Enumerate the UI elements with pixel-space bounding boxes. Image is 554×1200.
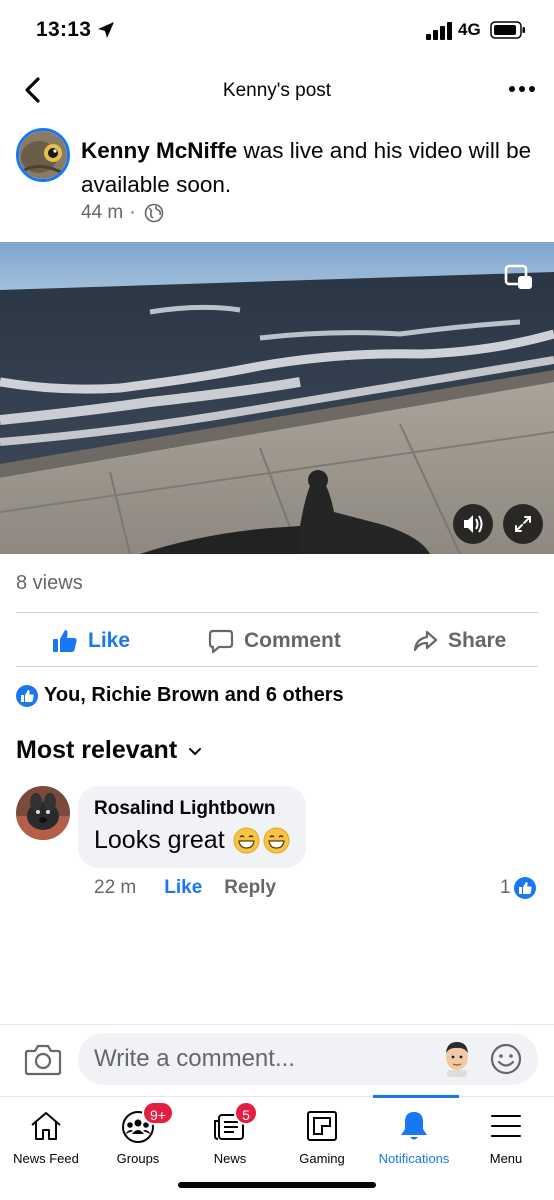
comment-composer: Write a comment... [0,1024,554,1096]
tab-label: News [213,1151,247,1166]
like-label: Like [88,629,131,652]
reaction-summary[interactable]: You, Richie Brown and 6 others [16,684,344,707]
tab-groups[interactable]: 9+ Groups [92,1097,184,1177]
tab-label: Groups [116,1151,160,1166]
post-time: 44 m [81,202,124,223]
comment-bubble[interactable]: Rosalind Lightbown Looks great [78,786,306,868]
comment-time: 22 m [94,877,137,898]
comment-text: Looks great [94,826,290,855]
home-icon [31,1112,61,1140]
like-button[interactable]: Like [52,614,130,668]
post-meta: 44 m · [81,202,164,224]
author-name[interactable]: Kenny McNiffe [81,138,237,163]
divider [16,612,538,613]
globe-icon[interactable] [144,203,164,223]
post-header-info: Kenny McNiffe was live and his video wil… [0,124,554,234]
share-label: Share [448,629,507,652]
comment-body: Looks great [94,826,225,854]
share-button[interactable]: Share [412,614,506,668]
speaker-icon [464,515,483,533]
tab-label: Menu [489,1151,523,1166]
tab-label: News Feed [13,1151,79,1166]
tab-notifications[interactable]: Notifications [368,1097,460,1177]
emoji-icon[interactable] [490,1043,522,1075]
grinning-face-icon [263,827,290,854]
comment-reply-button[interactable]: Reply [224,877,276,899]
groups-badge: 9+ [142,1101,174,1125]
bell-icon [401,1112,427,1140]
speech-bubble-icon [208,629,234,654]
meta-separator: · [129,202,136,223]
more-options-icon[interactable] [504,76,540,102]
avatar-sticker-icon[interactable] [442,1039,472,1077]
volume-button[interactable] [453,504,493,544]
page-title: Kenny's post [222,80,332,101]
tab-gaming[interactable]: Gaming [276,1097,368,1177]
tab-label: Notifications [378,1151,450,1166]
divider [16,666,538,667]
action-bar: Like Comment Share [0,614,554,668]
post-header: Kenny's post [0,60,554,120]
like-reaction-icon [16,684,38,707]
tab-news[interactable]: 5 News [184,1097,276,1177]
tab-news-feed[interactable]: News Feed [0,1097,92,1177]
menu-icon [491,1115,521,1137]
home-indicator [178,1182,376,1188]
view-count: 8 views [16,572,83,594]
picture-in-picture-icon[interactable] [504,264,534,292]
comment-meta: 22 m Like Reply [94,877,276,899]
like-reaction-icon [513,877,536,899]
sort-label: Most relevant [16,736,178,764]
comment-like-button[interactable]: Like [164,877,202,899]
comment-sort-dropdown[interactable]: Most relevant [16,736,203,765]
author-avatar[interactable] [16,128,70,182]
signal-icon [426,22,452,40]
share-arrow-icon [413,630,438,652]
network-type: 4G [458,20,481,39]
battery-icon [490,21,525,39]
post-text: Kenny McNiffe was live and his video wil… [81,134,541,202]
status-bar: 13:13 4G [0,0,554,60]
comment-label: Comment [244,629,341,652]
tab-menu[interactable]: Menu [460,1097,552,1177]
location-arrow-icon [98,22,114,38]
chevron-down-icon [189,747,202,755]
gaming-icon [307,1111,337,1141]
tab-label: Gaming [299,1151,345,1166]
expand-icon [515,516,531,532]
grinning-face-icon [233,827,260,854]
news-badge: 5 [234,1101,258,1125]
status-time: 13:13 [36,18,92,41]
camera-icon[interactable] [24,1042,62,1076]
comment-like-count[interactable]: 1 [500,877,536,899]
reaction-summary-text: You, Richie Brown and 6 others [44,684,344,706]
comment-button[interactable]: Comment [208,614,341,668]
thumbs-up-icon [53,630,77,652]
commenter-avatar[interactable] [16,786,70,840]
comment-author[interactable]: Rosalind Lightbown [94,798,290,820]
fullscreen-button[interactable] [503,504,543,544]
comment-like-count-value: 1 [500,877,511,898]
